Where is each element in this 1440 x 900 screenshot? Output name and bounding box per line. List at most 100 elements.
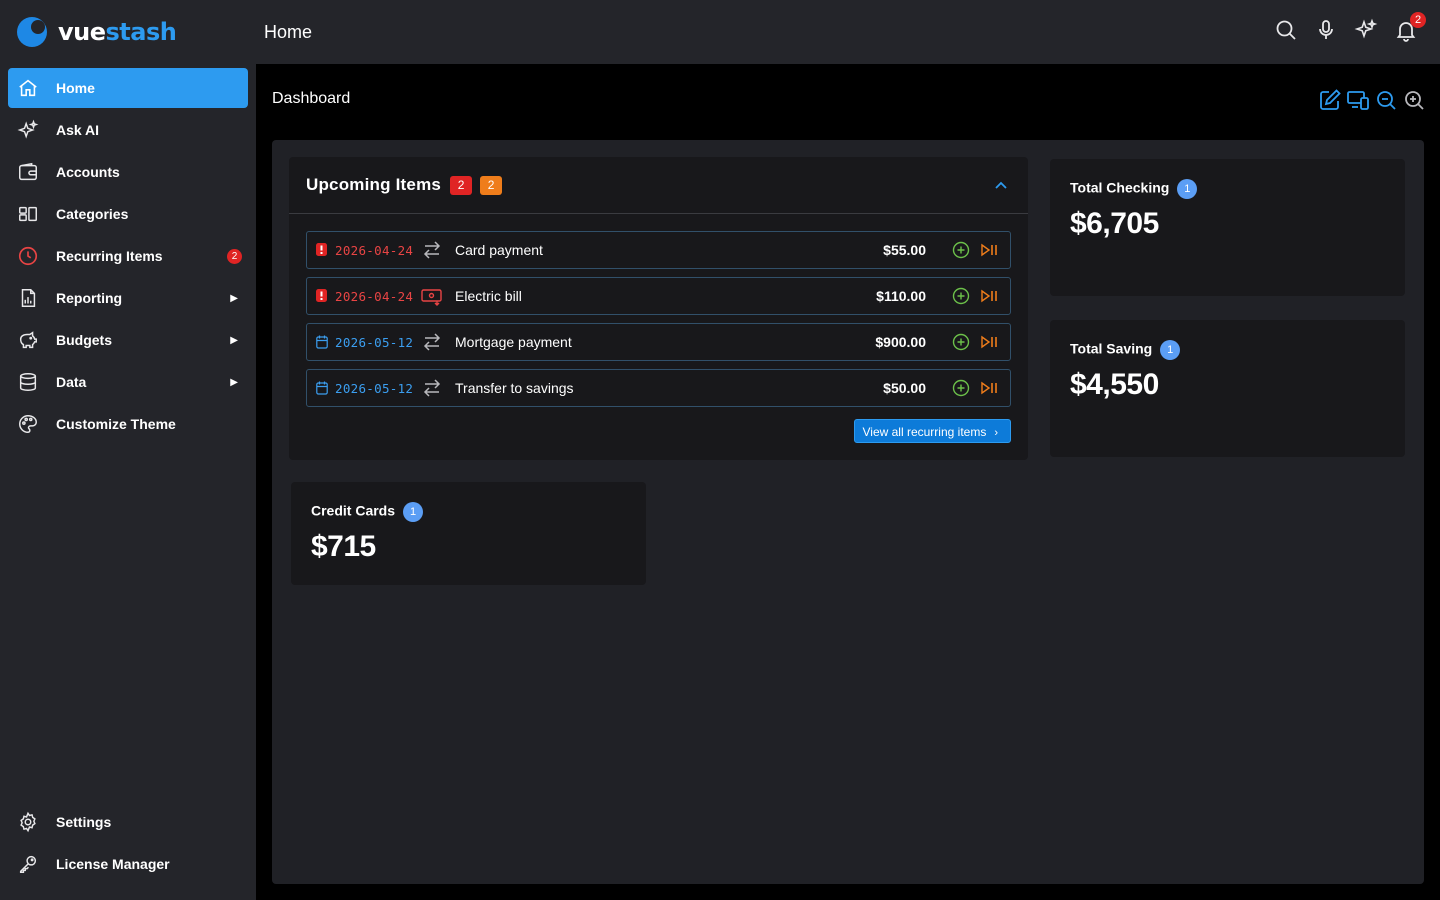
view-all-label: View all recurring items [862, 425, 987, 439]
upcoming-item-row[interactable]: 2026-04-24 Electric bill $110.00 [306, 277, 1011, 315]
chevron-right-icon: › [994, 427, 998, 439]
submenu-arrow-icon: ▶ [230, 292, 238, 304]
database-icon [16, 370, 40, 394]
sidebar-item-recurring-items[interactable]: Recurring Items 2 [8, 236, 248, 276]
sidebar-item-ask-ai[interactable]: Ask AI [8, 110, 248, 150]
upcoming-item-row[interactable]: 2026-05-12 Mortgage payment $900.00 [306, 323, 1011, 361]
sidebar-item-license-manager[interactable]: License Manager [8, 844, 248, 884]
sidebar-item-home[interactable]: Home [8, 68, 248, 108]
microphone-icon[interactable] [1314, 18, 1338, 42]
sidebar-item-label: Categories [56, 206, 129, 222]
sidebar-item-label: Customize Theme [56, 416, 176, 432]
zoom-in-icon[interactable] [1402, 88, 1426, 112]
item-date: 2026-05-12 [335, 335, 414, 350]
key-icon [16, 852, 40, 876]
sidebar: Home Ask AI Accounts Categories Recurrin… [0, 64, 256, 900]
wallet-icon [16, 160, 40, 184]
dashboard-board: Upcoming Items 2 2 2026-04-24 Card payme… [272, 140, 1424, 884]
upcoming-item-row[interactable]: 2026-05-12 Transfer to savings $50.00 [306, 369, 1011, 407]
view-all-recurring-button[interactable]: View all recurring items › [853, 419, 1011, 443]
total-checking-card[interactable]: Total Checking 1 $6,705 [1050, 159, 1405, 296]
sidebar-item-label: Recurring Items [56, 248, 163, 264]
item-date: 2026-04-24 [335, 243, 414, 258]
submenu-arrow-icon: ▶ [230, 334, 238, 346]
dashboard-title: Dashboard [272, 90, 351, 107]
edit-icon[interactable] [1318, 88, 1342, 112]
piggy-bank-icon [16, 328, 40, 352]
sidebar-item-settings[interactable]: Settings [8, 802, 248, 842]
sidebar-item-label: Settings [56, 814, 112, 830]
skip-icon[interactable] [980, 243, 1000, 257]
chevron-up-icon[interactable] [994, 179, 1008, 193]
sidebar-item-label: Home [56, 80, 95, 96]
header-actions: 2 [1274, 12, 1426, 42]
item-amount: $50.00 [883, 380, 926, 396]
submenu-arrow-icon: ▶ [230, 376, 238, 388]
stat-title-text: Total Checking [1070, 179, 1170, 196]
brand-name: vuestash [58, 18, 177, 46]
item-description: Electric bill [455, 288, 522, 304]
due-soon-count-badge: 2 [480, 175, 503, 195]
calendar-icon [316, 381, 328, 395]
item-amount: $55.00 [883, 242, 926, 258]
search-icon[interactable] [1274, 18, 1298, 42]
credit-cards-card[interactable]: Credit Cards 1 $715 [291, 482, 646, 585]
stat-value: $6,705 [1070, 207, 1159, 240]
bill-icon [421, 289, 442, 306]
dashboard-toolbar [1318, 88, 1426, 112]
brand-name-part2: stash [105, 18, 177, 46]
bell-icon[interactable]: 2 [1394, 12, 1426, 42]
sidebar-item-label: Accounts [56, 164, 120, 180]
sidebar-item-data[interactable]: Data ▶ [8, 362, 248, 402]
brand-name-part1: vue [58, 18, 106, 46]
add-transaction-icon[interactable] [952, 333, 970, 351]
total-saving-card[interactable]: Total Saving 1 $4,550 [1050, 320, 1405, 457]
stat-title: Credit Cards 1 [311, 502, 424, 522]
upcoming-items-card: Upcoming Items 2 2 2026-04-24 Card payme… [289, 157, 1028, 460]
skip-icon[interactable] [980, 335, 1000, 349]
item-description: Card payment [455, 242, 543, 258]
account-count-badge: 1 [1160, 340, 1181, 360]
stat-title-text: Credit Cards [311, 502, 396, 519]
page-title: Home [264, 22, 313, 42]
add-transaction-icon[interactable] [952, 379, 970, 397]
stat-title-text: Total Saving [1070, 340, 1153, 357]
devices-icon[interactable] [1346, 88, 1370, 112]
home-icon [16, 76, 40, 100]
zoom-out-icon[interactable] [1374, 88, 1398, 112]
upcoming-items-title: Upcoming Items [306, 175, 442, 194]
sparkles-icon[interactable] [1354, 18, 1378, 42]
gear-icon [16, 810, 40, 834]
stat-title: Total Saving 1 [1070, 340, 1181, 360]
sidebar-item-customize-theme[interactable]: Customize Theme [8, 404, 248, 444]
notification-count-badge: 2 [1410, 12, 1426, 28]
transfer-icon [423, 379, 441, 397]
transfer-icon [423, 333, 441, 351]
account-count-badge: 1 [1177, 179, 1198, 199]
sparkles-icon [16, 118, 40, 142]
upcoming-items-header: Upcoming Items 2 2 [289, 157, 1028, 214]
item-description: Mortgage payment [455, 334, 572, 350]
logo-mark-icon [16, 16, 48, 48]
add-transaction-icon[interactable] [952, 241, 970, 259]
sidebar-item-reporting[interactable]: Reporting ▶ [8, 278, 248, 318]
skip-icon[interactable] [980, 289, 1000, 303]
account-count-badge: 1 [403, 502, 424, 522]
item-amount: $900.00 [875, 334, 926, 350]
sidebar-item-categories[interactable]: Categories [8, 194, 248, 234]
stat-value: $4,550 [1070, 368, 1159, 401]
sidebar-item-accounts[interactable]: Accounts [8, 152, 248, 192]
sidebar-item-budgets[interactable]: Budgets ▶ [8, 320, 248, 360]
stat-title: Total Checking 1 [1070, 179, 1198, 199]
report-icon [16, 286, 40, 310]
add-transaction-icon[interactable] [952, 287, 970, 305]
calendar-icon [316, 335, 328, 349]
app-logo[interactable]: vuestash [16, 16, 177, 48]
stat-value: $715 [311, 530, 376, 563]
skip-icon[interactable] [980, 381, 1000, 395]
upcoming-item-row[interactable]: 2026-04-24 Card payment $55.00 [306, 231, 1011, 269]
clock-icon [16, 244, 40, 268]
transfer-icon [423, 241, 441, 259]
palette-icon [16, 412, 40, 436]
sidebar-item-label: Data [56, 374, 87, 390]
